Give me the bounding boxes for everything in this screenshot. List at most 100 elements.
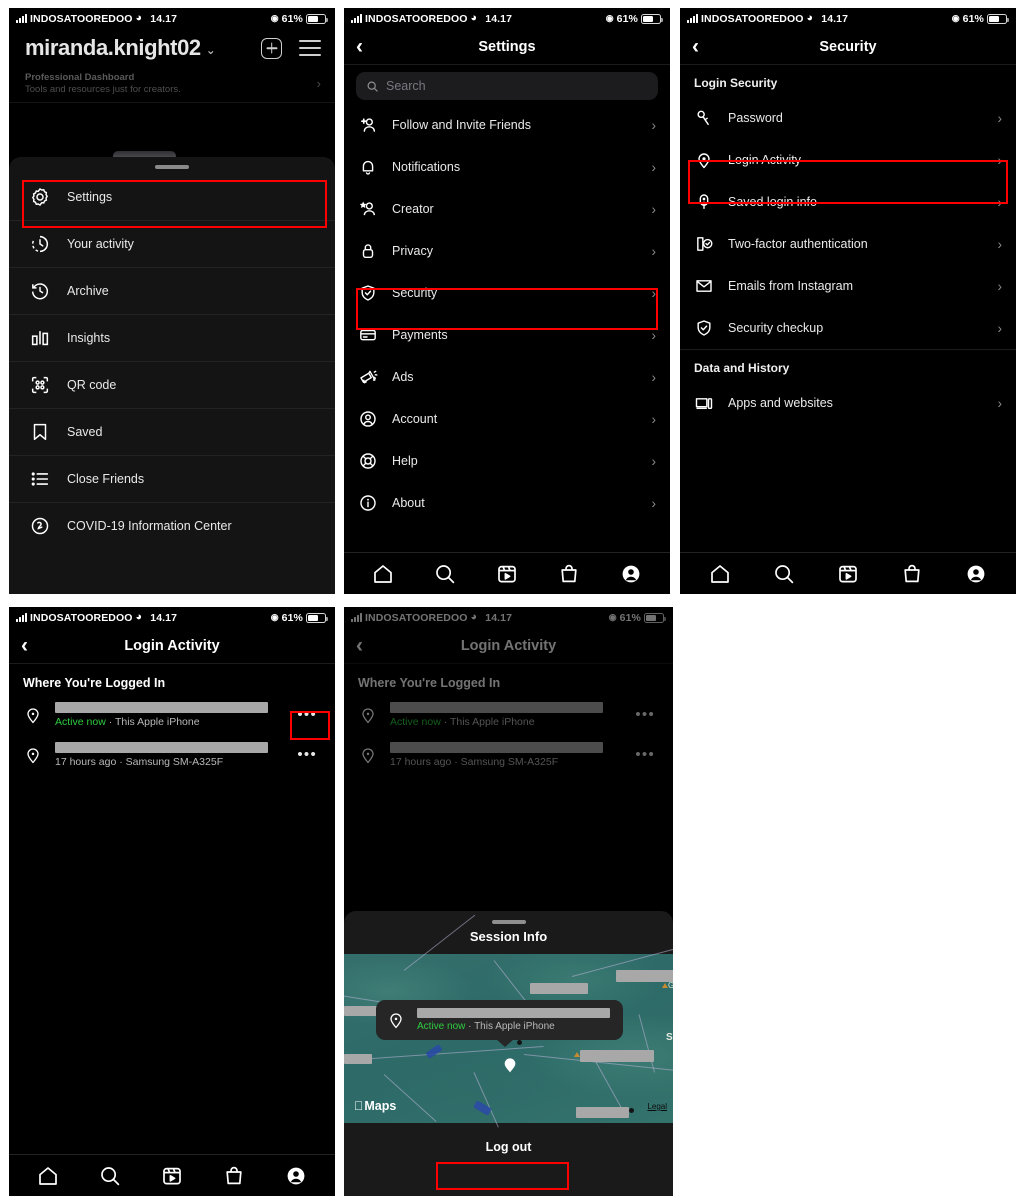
security-navbar: ‹ Security bbox=[680, 29, 1016, 65]
tab-search[interactable] bbox=[433, 562, 457, 586]
tab-search[interactable] bbox=[772, 562, 796, 586]
tab-profile[interactable] bbox=[964, 562, 988, 586]
more-options-icon[interactable]: ••• bbox=[291, 707, 323, 722]
status-bar: INDOSATOOREDOO ◕ 14.17 ◉ 61% bbox=[9, 8, 335, 29]
bottom-tab-bar bbox=[680, 552, 1016, 594]
menu-item-covid-info-center[interactable]: COVID-19 Information Center bbox=[9, 502, 335, 549]
security-row-emails-from-instagram[interactable]: Emails from Instagram › bbox=[680, 265, 1016, 307]
settings-row-security[interactable]: Security › bbox=[344, 272, 670, 314]
tab-reels[interactable] bbox=[836, 562, 860, 586]
carrier-label: INDOSATOOREDOO bbox=[701, 12, 804, 25]
menu-item-saved[interactable]: Saved bbox=[9, 408, 335, 455]
hamburger-menu-icon[interactable] bbox=[299, 40, 321, 56]
drag-handle[interactable] bbox=[155, 165, 189, 169]
battery-percent-label: 61% bbox=[281, 12, 303, 25]
back-button[interactable]: ‹ bbox=[356, 36, 363, 57]
professional-dashboard-row[interactable]: Professional Dashboard Tools and resourc… bbox=[9, 67, 335, 103]
back-button[interactable]: ‹ bbox=[692, 36, 699, 57]
chevron-right-icon: › bbox=[651, 327, 657, 343]
location-pin-icon bbox=[694, 150, 714, 170]
settings-row-ads[interactable]: Ads › bbox=[344, 356, 670, 398]
menu-item-settings[interactable]: Settings bbox=[9, 173, 335, 220]
chevron-right-icon: › bbox=[651, 369, 657, 385]
chevron-right-icon: › bbox=[997, 110, 1003, 126]
menu-item-qr-code[interactable]: QR code bbox=[9, 361, 335, 408]
info-circle-icon bbox=[358, 493, 378, 513]
menu-item-label: QR code bbox=[67, 378, 117, 392]
back-button[interactable]: ‹ bbox=[21, 635, 28, 656]
battery-percent-label: 61% bbox=[616, 12, 638, 25]
settings-row-follow-invite-friends[interactable]: Follow and Invite Friends › bbox=[344, 104, 670, 146]
separator: · bbox=[465, 1021, 475, 1032]
drag-handle[interactable] bbox=[491, 920, 526, 924]
settings-row-help[interactable]: Help › bbox=[344, 440, 670, 482]
security-row-two-factor-authentication[interactable]: Two-factor authentication › bbox=[680, 223, 1016, 265]
battery-icon bbox=[641, 13, 663, 24]
chevron-right-icon: › bbox=[651, 243, 657, 259]
battery-icon bbox=[306, 612, 328, 623]
settings-row-notifications[interactable]: Notifications › bbox=[344, 146, 670, 188]
section-heading-login-security: Login Security bbox=[694, 76, 778, 90]
security-row-label: Emails from Instagram bbox=[728, 279, 854, 293]
login-session-row[interactable]: Active now · This Apple iPhone ••• bbox=[9, 696, 335, 736]
tab-reels[interactable] bbox=[495, 562, 519, 586]
tab-home[interactable] bbox=[708, 562, 732, 586]
menu-item-archive[interactable]: Archive bbox=[9, 267, 335, 314]
map-pin-icon bbox=[502, 1054, 518, 1076]
security-row-saved-login-info[interactable]: Saved login info › bbox=[680, 181, 1016, 223]
menu-item-your-activity[interactable]: Your activity bbox=[9, 220, 335, 267]
page-title: Security bbox=[819, 38, 877, 55]
session-location-map[interactable]: G S Active now · This Apple iPhone Maps… bbox=[344, 914, 673, 1128]
settings-row-label: Ads bbox=[392, 370, 414, 384]
more-options-icon[interactable]: ••• bbox=[291, 747, 323, 762]
shield-check-icon bbox=[694, 318, 714, 338]
chevron-right-icon: › bbox=[997, 278, 1003, 294]
menu-item-close-friends[interactable]: Close Friends bbox=[9, 455, 335, 502]
tab-profile[interactable] bbox=[619, 562, 643, 586]
menu-item-label: Settings bbox=[67, 189, 113, 204]
tab-shop[interactable] bbox=[900, 562, 924, 586]
panel-login-activity: INDOSATOOREDOO ◕ 14.17 ◉ 61% ‹ Login Act… bbox=[9, 607, 335, 1196]
map-legal-link[interactable]: Legal bbox=[647, 1102, 667, 1111]
settings-row-label: Follow and Invite Friends bbox=[392, 118, 531, 132]
tab-shop[interactable] bbox=[222, 1164, 246, 1188]
carrier-label: INDOSATOOREDOO bbox=[365, 12, 468, 25]
settings-row-account[interactable]: Account › bbox=[344, 398, 670, 440]
settings-row-label: Account bbox=[392, 412, 438, 426]
session-info-title: Session Info bbox=[469, 929, 548, 944]
tab-home[interactable] bbox=[371, 562, 395, 586]
login-session-subtitle: Active now · This Apple iPhone bbox=[55, 716, 279, 728]
settings-row-privacy[interactable]: Privacy › bbox=[344, 230, 670, 272]
apple-logo-icon:  bbox=[354, 1099, 363, 1113]
security-row-apps-and-websites[interactable]: Apps and websites › bbox=[680, 382, 1016, 424]
security-row-security-checkup[interactable]: Security checkup › bbox=[680, 307, 1016, 349]
lifebuoy-icon bbox=[358, 451, 378, 471]
chevron-down-icon[interactable]: ⌄ bbox=[206, 43, 216, 57]
settings-row-payments[interactable]: Payments › bbox=[344, 314, 670, 356]
profile-username[interactable]: miranda.knight02 bbox=[25, 35, 201, 61]
security-row-password[interactable]: Password › bbox=[680, 97, 1016, 139]
carrier-label: INDOSATOOREDOO bbox=[30, 12, 133, 25]
security-row-login-activity[interactable]: Login Activity › bbox=[680, 139, 1016, 181]
search-input[interactable]: Search bbox=[356, 72, 658, 100]
settings-row-about[interactable]: About › bbox=[344, 482, 670, 524]
clock-activity-icon bbox=[29, 233, 51, 255]
battery-percent-label: 61% bbox=[281, 611, 303, 624]
login-session-row[interactable]: 17 hours ago · Samsung SM-A325F ••• bbox=[9, 736, 335, 776]
megaphone-icon bbox=[358, 367, 378, 387]
settings-row-label: Creator bbox=[392, 202, 434, 216]
plus-square-icon[interactable] bbox=[261, 37, 282, 59]
security-row-label: Two-factor authentication bbox=[728, 237, 868, 251]
tab-home[interactable] bbox=[36, 1164, 60, 1188]
bar-chart-icon bbox=[29, 327, 51, 349]
tab-profile[interactable] bbox=[284, 1164, 308, 1188]
tab-reels[interactable] bbox=[160, 1164, 184, 1188]
settings-row-label: Security bbox=[392, 286, 438, 300]
logout-container: Log out bbox=[344, 1123, 673, 1161]
chevron-right-icon: › bbox=[997, 395, 1003, 411]
tab-search[interactable] bbox=[98, 1164, 122, 1188]
menu-item-insights[interactable]: Insights bbox=[9, 314, 335, 361]
logout-button[interactable]: Log out bbox=[464, 1133, 554, 1161]
settings-row-creator[interactable]: Creator › bbox=[344, 188, 670, 230]
tab-shop[interactable] bbox=[557, 562, 581, 586]
